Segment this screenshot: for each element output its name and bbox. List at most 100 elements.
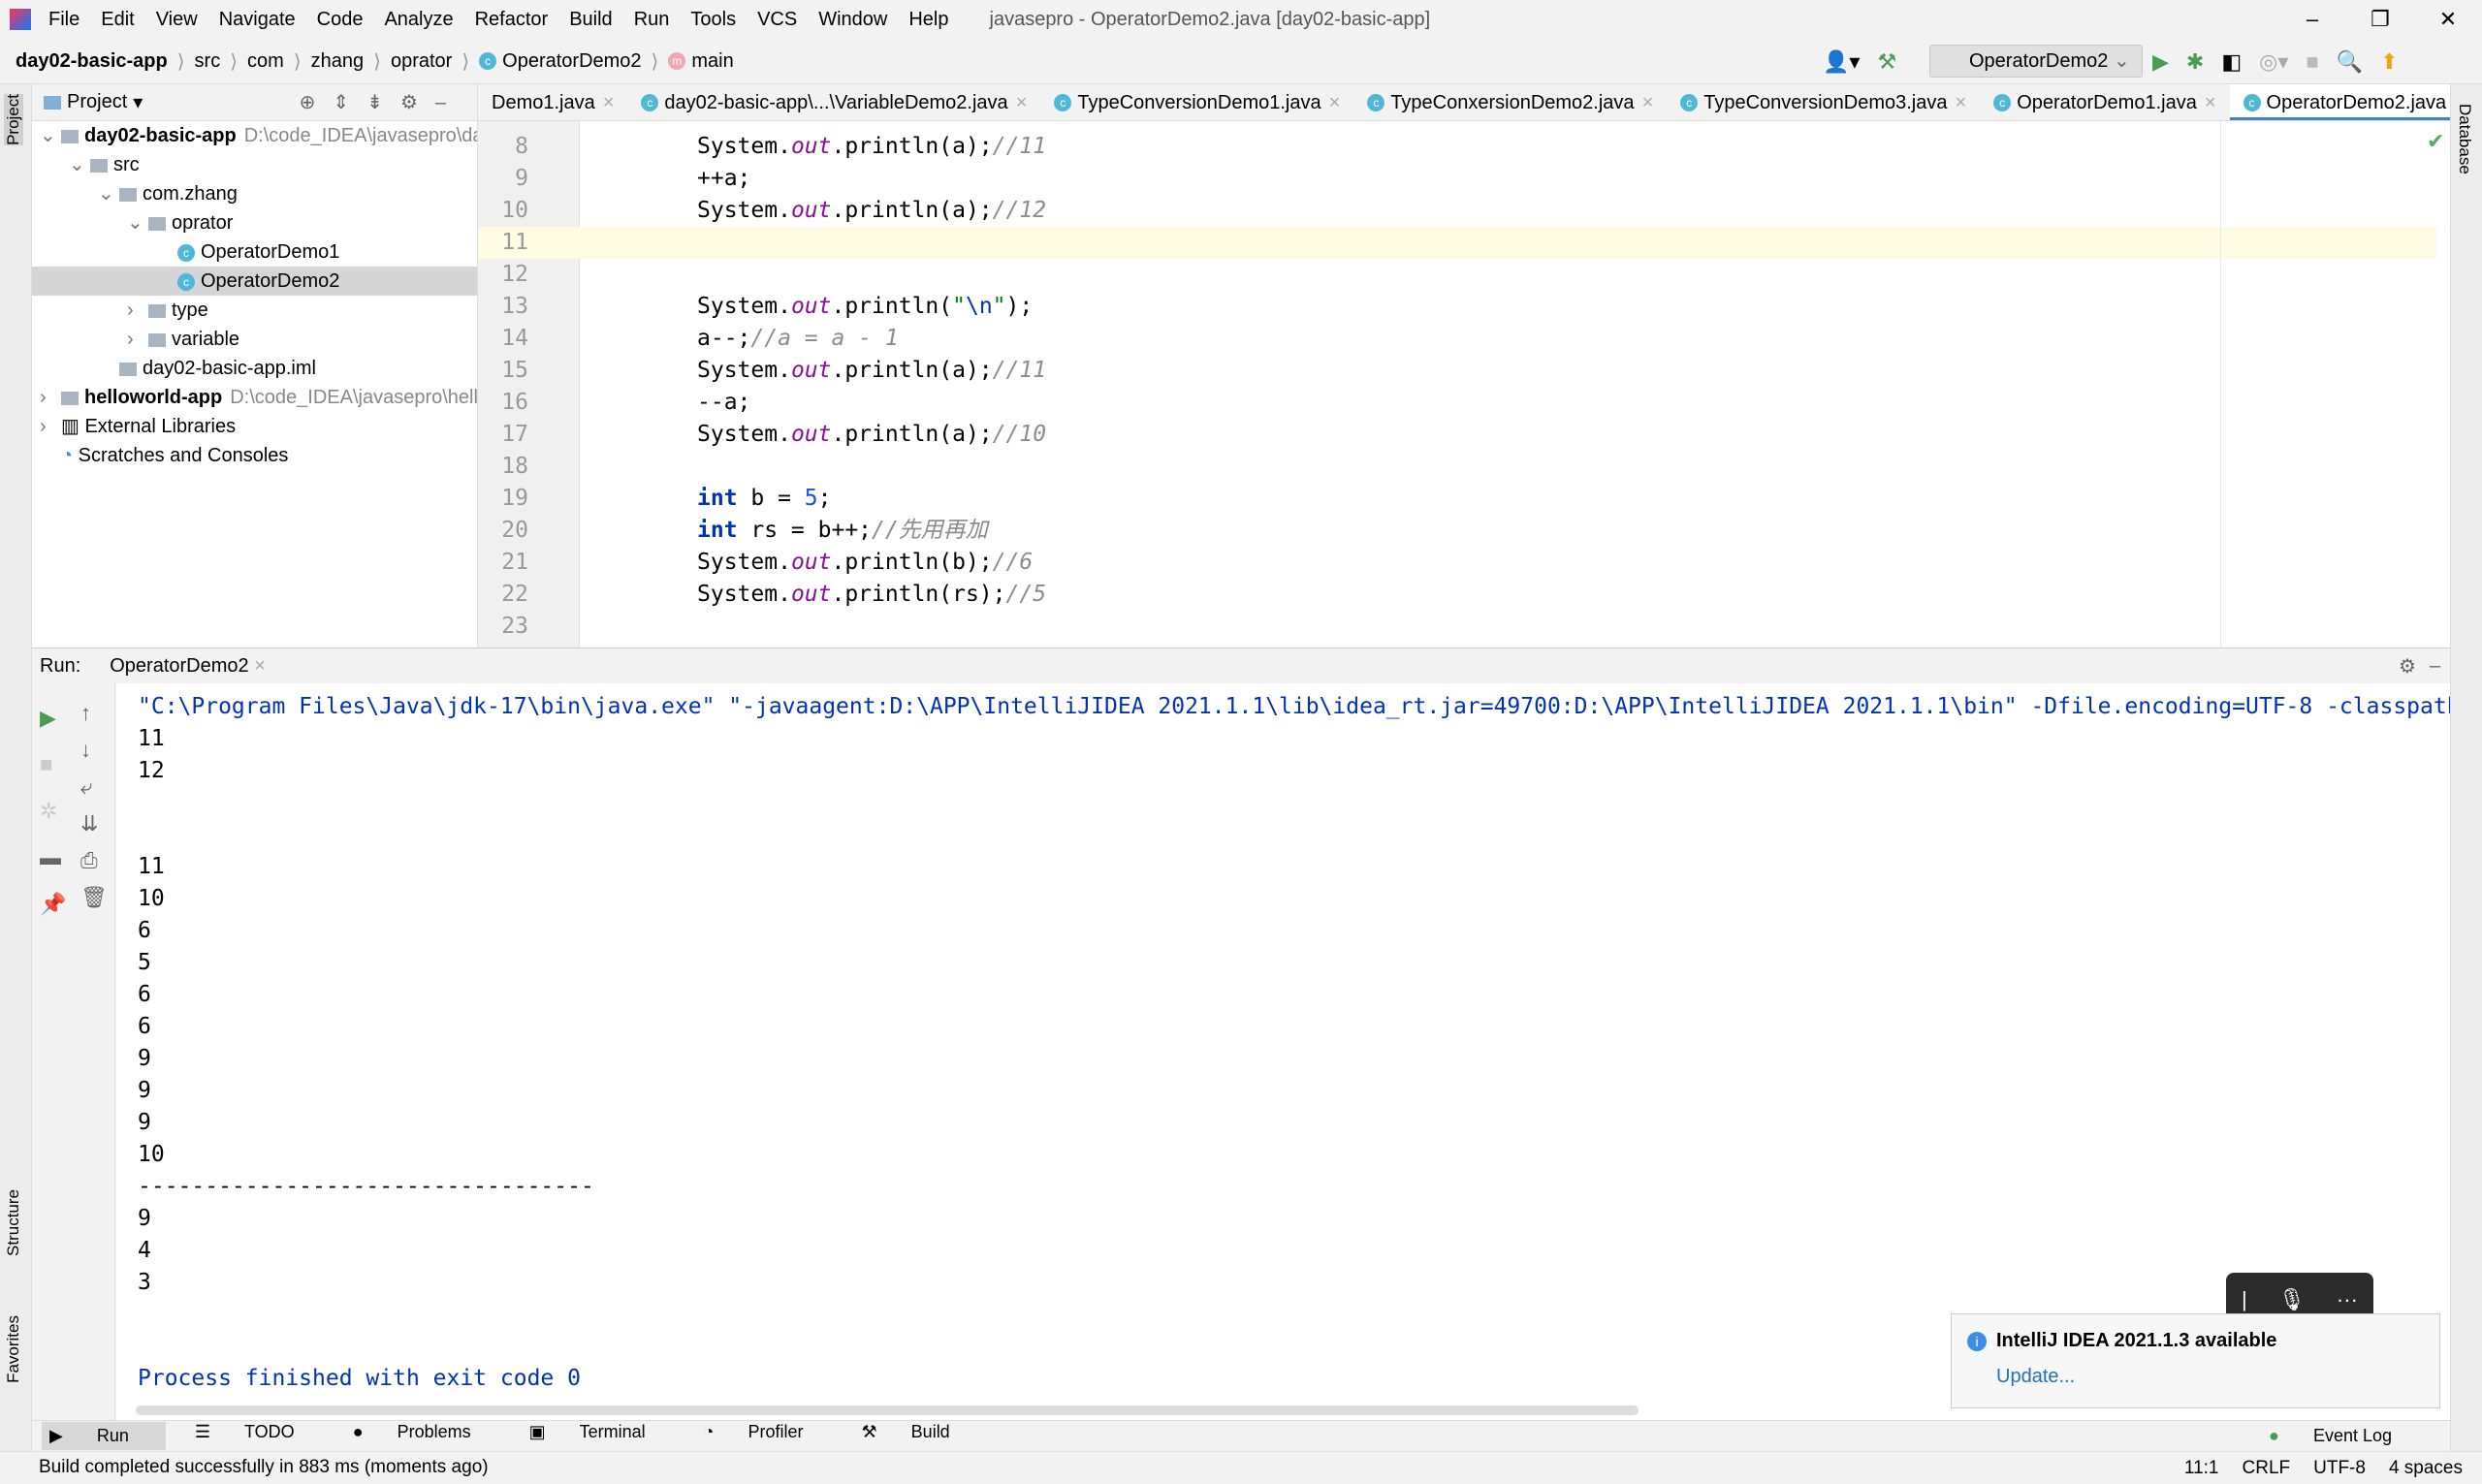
favorites-tool-button[interactable]: Favorites bbox=[4, 1315, 23, 1383]
breadcrumb-item[interactable]: m main bbox=[668, 50, 734, 73]
tab-typeconversiondemo1-java[interactable]: c TypeConversionDemo1.java × bbox=[1040, 84, 1353, 120]
expand-arrow-icon[interactable]: ⌄ bbox=[127, 208, 148, 237]
gear-icon[interactable]: ⚙ bbox=[2399, 654, 2416, 679]
tree-item[interactable]: ⌄ day02-basic-app D:\code_IDEA\javasepro\d… bbox=[32, 121, 477, 150]
tree-item[interactable]: c OperatorDemo1 bbox=[32, 237, 477, 267]
arrow-down-icon[interactable]: ↓ bbox=[80, 732, 108, 769]
settings-icon[interactable]: ✲ bbox=[40, 788, 66, 835]
menu-file[interactable]: File bbox=[48, 9, 80, 30]
breadcrumb-item[interactable]: zhang bbox=[311, 50, 365, 73]
tool-tab-run[interactable]: ▶ Run bbox=[42, 1422, 166, 1450]
expand-arrow-icon[interactable]: › bbox=[40, 383, 61, 412]
tab-operatordemo2-java[interactable]: cOperatorDemo2.java× bbox=[2229, 84, 2450, 120]
update-icon[interactable]: ⬆ bbox=[2380, 49, 2398, 75]
print-icon[interactable]: ⎙ bbox=[80, 842, 108, 879]
rerun-icon[interactable]: ▶ bbox=[40, 695, 66, 742]
structure-tool-button[interactable]: Structure bbox=[4, 1189, 23, 1256]
minimize-button[interactable]: – bbox=[2278, 0, 2346, 39]
run-tab[interactable]: OperatorDemo2 × bbox=[110, 655, 266, 678]
tool-tab-build[interactable]: ⚒ Build bbox=[862, 1422, 979, 1450]
expand-arrow-icon[interactable]: › bbox=[127, 296, 148, 325]
tree-item[interactable]: › variable bbox=[32, 325, 477, 354]
menu-tools[interactable]: Tools bbox=[690, 9, 736, 30]
close-icon[interactable]: × bbox=[1016, 92, 1028, 113]
soft-wrap-icon[interactable]: ⤶ bbox=[80, 769, 108, 805]
event-log-button[interactable]: ● Event Log bbox=[2269, 1426, 2421, 1446]
tool-tab-todo[interactable]: ☰ TODO bbox=[195, 1422, 324, 1450]
search-icon[interactable]: 🔍 bbox=[2337, 49, 2363, 75]
tree-item[interactable]: › ▥ External Libraries bbox=[32, 412, 477, 441]
close-icon[interactable]: × bbox=[2205, 92, 2216, 113]
database-tool-button[interactable]: Database bbox=[2455, 104, 2474, 174]
tree-item[interactable]: ⌄ com.zhang bbox=[32, 179, 477, 208]
arrow-up-icon[interactable]: ↑ bbox=[80, 695, 108, 732]
run-configuration-select[interactable]: OperatorDemo2 ⌄ bbox=[1929, 45, 2143, 78]
tab-typeconxersiondemo2-java[interactable]: c TypeConxersionDemo2.java × bbox=[1353, 84, 1667, 120]
stop-icon[interactable]: ■ bbox=[2306, 49, 2318, 75]
breadcrumb-item[interactable]: day02-basic-app bbox=[16, 50, 168, 73]
tree-item[interactable]: ⌄ oprator bbox=[32, 208, 477, 237]
expand-arrow-icon[interactable]: ⌄ bbox=[98, 179, 119, 208]
project-tool-button[interactable]: Project bbox=[4, 94, 23, 145]
debug-icon[interactable]: ✱ bbox=[2186, 49, 2204, 75]
update-link[interactable]: Update... bbox=[1996, 1366, 2424, 1388]
menu-edit[interactable]: Edit bbox=[101, 9, 134, 30]
stop-icon[interactable]: ■ bbox=[40, 742, 66, 788]
tab-typeconversiondemo3-java[interactable]: c TypeConversionDemo3.java × bbox=[1667, 84, 1980, 120]
file-encoding[interactable]: UTF-8 bbox=[2313, 1458, 2366, 1478]
maximize-button[interactable]: ❐ bbox=[2346, 0, 2414, 39]
caret-position[interactable]: 11:1 bbox=[2184, 1458, 2219, 1478]
tool-tab-problems[interactable]: ● Problems bbox=[353, 1422, 500, 1450]
menu-analyze[interactable]: Analyze bbox=[384, 9, 453, 30]
tab-day02-basic-app-variabledemo2-java[interactable]: c day02-basic-app\...\VariableDemo2.java × bbox=[627, 84, 1040, 120]
tree-item[interactable]: c OperatorDemo2 bbox=[32, 267, 477, 296]
close-button[interactable]: ✕ bbox=[2414, 0, 2482, 39]
tree-item[interactable]: › helloworld-app D:\code_IDEA\javasepro\he… bbox=[32, 383, 477, 412]
code-editor[interactable]: 8 System.out.println(a);//11 9 ++a; 10 System… bbox=[478, 121, 2450, 647]
indent-setting[interactable]: 4 spaces bbox=[2389, 1458, 2463, 1478]
close-icon[interactable]: × bbox=[1642, 92, 1654, 113]
menu-view[interactable]: View bbox=[156, 9, 198, 30]
tab-demo1-java[interactable]: Demo1.java × bbox=[478, 84, 627, 120]
run-icon[interactable]: ▶ bbox=[2152, 49, 2169, 75]
hide-icon[interactable]: – bbox=[2430, 655, 2440, 678]
user-icon[interactable]: 👤▾ bbox=[1823, 49, 1860, 75]
build-hammer-icon[interactable]: ⚒ bbox=[1877, 49, 1896, 75]
expand-arrow-icon[interactable]: ⌄ bbox=[69, 150, 90, 179]
breadcrumb-item[interactable]: com bbox=[247, 50, 284, 73]
horizontal-scrollbar[interactable] bbox=[136, 1405, 1639, 1415]
project-toolbar-icons[interactable]: ⊕⇕⇟⚙– bbox=[300, 90, 463, 114]
scroll-to-end-icon[interactable]: ⇊ bbox=[80, 805, 108, 842]
tree-item[interactable]: › type bbox=[32, 296, 477, 325]
close-icon[interactable]: × bbox=[1329, 92, 1341, 113]
layout-icon[interactable]: ▬ bbox=[40, 835, 66, 881]
microphone-icon[interactable]: 🎙 bbox=[2278, 1287, 2306, 1312]
tree-item[interactable]: day02-basic-app.iml bbox=[32, 354, 477, 383]
close-icon[interactable]: × bbox=[603, 92, 615, 113]
breadcrumb-item[interactable]: c OperatorDemo2 bbox=[479, 50, 642, 73]
pin-icon[interactable]: 📌 bbox=[40, 881, 66, 928]
menu-run[interactable]: Run bbox=[634, 9, 670, 30]
expand-arrow-icon[interactable]: › bbox=[127, 325, 148, 354]
expand-arrow-icon[interactable]: › bbox=[40, 412, 61, 441]
trash-icon[interactable]: 🗑 bbox=[80, 879, 108, 916]
menu-help[interactable]: Help bbox=[908, 9, 948, 30]
tool-tab-profiler[interactable]: ◔ Profiler bbox=[704, 1422, 833, 1450]
close-icon[interactable]: × bbox=[1956, 92, 1967, 113]
menu-build[interactable]: Build bbox=[569, 9, 612, 30]
tree-item[interactable]: ⌄ src bbox=[32, 150, 477, 179]
tab-operatordemo1-java[interactable]: c OperatorDemo1.java × bbox=[1980, 84, 2229, 120]
breadcrumb-item[interactable]: src bbox=[195, 50, 221, 73]
breadcrumb-item[interactable]: oprator bbox=[391, 50, 452, 73]
menu-refactor[interactable]: Refactor bbox=[475, 9, 549, 30]
coverage-icon[interactable]: ◧ bbox=[2221, 49, 2242, 75]
line-separator[interactable]: CRLF bbox=[2243, 1458, 2291, 1478]
expand-arrow-icon[interactable]: ⌄ bbox=[40, 121, 61, 150]
more-icon[interactable]: ··· bbox=[2337, 1287, 2358, 1312]
menu-vcs[interactable]: VCS bbox=[757, 9, 797, 30]
project-view-selector[interactable]: Project bbox=[67, 91, 127, 113]
profile-icon[interactable]: ◎▾ bbox=[2259, 49, 2288, 75]
tool-tab-terminal[interactable]: ▣ Terminal bbox=[529, 1422, 675, 1450]
menu-code[interactable]: Code bbox=[317, 9, 364, 30]
console-output[interactable]: "C:\Program Files\Java\jdk-17\bin\java.e… bbox=[116, 683, 2450, 1420]
